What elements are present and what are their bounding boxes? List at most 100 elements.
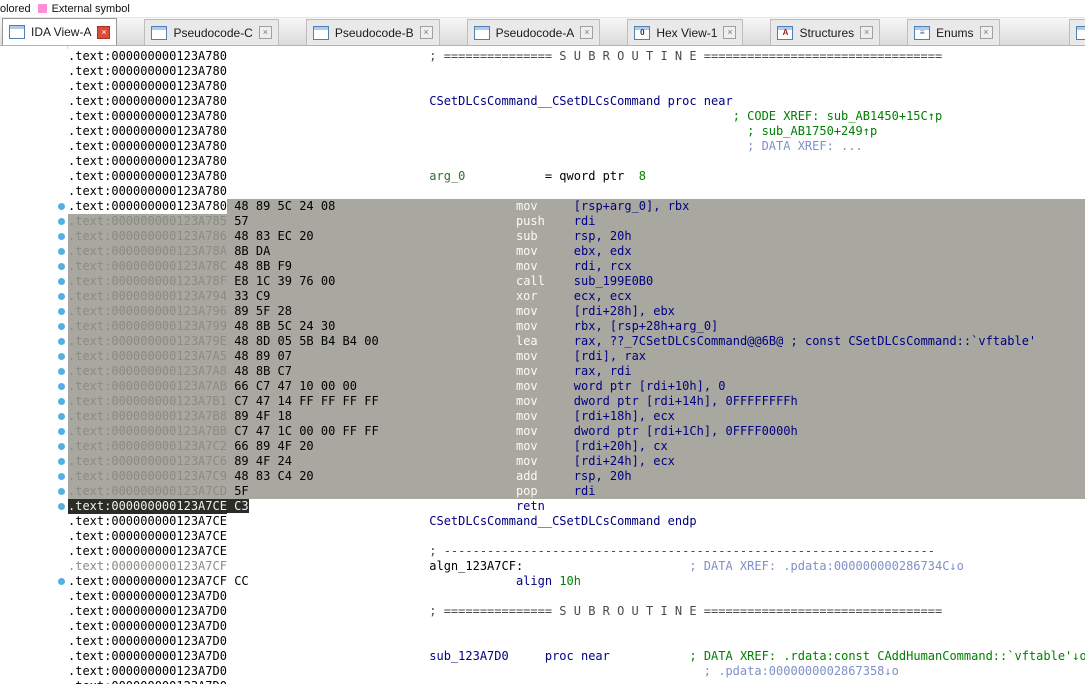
line-gutter (0, 499, 68, 514)
listing-line[interactable]: .text:000000000123A7CE (0, 529, 1085, 544)
listing-line[interactable]: .text:000000000123A7C6 89 4F 24 mov [rdi… (0, 454, 1085, 469)
address: .text:000000000123A7D0 (68, 589, 227, 603)
tab-pseudocode-c[interactable]: Pseudocode-C × (144, 19, 279, 45)
bytes: 66 89 4F 20 (234, 439, 314, 453)
listing-line[interactable]: .text:000000000123A7D0 sub_123A7D0 proc … (0, 649, 1085, 664)
mnemonic: mov (515, 454, 538, 468)
comment: ; CODE XREF: sub_AB1450+15C↑p (732, 109, 943, 123)
listing-line[interactable]: .text:000000000123A7A5 48 89 07 mov [rdi… (0, 349, 1085, 364)
tab-pseudocode-b[interactable]: Pseudocode-B × (305, 19, 440, 45)
listing-line[interactable]: .text:000000000123A785 57 push rdi (0, 214, 1085, 229)
tab-partial[interactable] (1069, 19, 1085, 45)
line-content: ; .pdata:0000000002867358↓o (227, 664, 1085, 679)
tab-hex-view-1[interactable]: 0 Hex View-1 × (627, 19, 744, 45)
tab-label: Hex View-1 (656, 25, 718, 40)
mnemonic: mov (515, 364, 538, 378)
listing-line[interactable]: .text:000000000123A7D0 (0, 619, 1085, 634)
mnemonic: xor (515, 289, 538, 303)
comment: ; DATA XREF: .rdata:const CAddHumanComma… (689, 649, 1085, 663)
xref-comment: ; DATA XREF: .pdata:000000000286734C↓o (689, 559, 964, 573)
line-gutter (0, 64, 68, 79)
listing-line[interactable]: .text:000000000123A7D0 (0, 634, 1085, 649)
listing-line[interactable]: .text:000000000123A7B1 C7 47 14 FF FF FF… (0, 394, 1085, 409)
comment: ; sub_AB1750+249↑p (747, 124, 878, 138)
listing-line[interactable]: .text:000000000123A7CD 5F pop rdi (0, 484, 1085, 499)
line-content: 48 83 C4 20 add rsp, 20h (226, 469, 1085, 484)
listing-line[interactable]: .text:000000000123A7CE ; ---------------… (0, 544, 1085, 559)
listing-line[interactable]: .text:000000000123A7CF CC align 10h (0, 574, 1085, 589)
listing-line[interactable]: .text:000000000123A780 (0, 184, 1085, 199)
tab-enums[interactable]: ≡ Enums × (907, 19, 1000, 45)
listing-line[interactable]: .text:000000000123A7D0 (0, 589, 1085, 604)
marker-dot (58, 278, 65, 285)
listing-line[interactable]: .text:000000000123A7D0 (0, 679, 1085, 684)
mnemonic: mov (515, 394, 538, 408)
listing-line[interactable]: .text:000000000123A79E 48 8D 05 5B B4 B4… (0, 334, 1085, 349)
line-content: 5F pop rdi (226, 484, 1085, 499)
line-content: ; =============== S U B R O U T I N E ==… (227, 604, 1085, 619)
close-tab-button[interactable]: × (979, 26, 993, 39)
listing-line[interactable]: .text:000000000123A799 48 8B 5C 24 30 mo… (0, 319, 1085, 334)
listing-line[interactable]: .text:000000000123A780 (0, 154, 1085, 169)
listing-line[interactable]: .text:000000000123A7BB C7 47 1C 00 00 FF… (0, 424, 1085, 439)
bytes: 48 8D 05 5B B4 B4 00 (234, 334, 379, 348)
line-content: C7 47 14 FF FF FF FF mov dword ptr [rdi+… (226, 394, 1085, 409)
listing-line[interactable]: .text:000000000123A78C 48 8B F9 mov rdi,… (0, 259, 1085, 274)
close-tab-button[interactable]: × (723, 26, 737, 39)
marker-dot (58, 263, 65, 270)
listing-line[interactable]: .text:000000000123A780 CSetDLCsCommand__… (0, 94, 1085, 109)
address: .text:000000000123A780 (68, 79, 227, 93)
disassembly-view[interactable]: .text:000000000123A780 ; ===============… (0, 46, 1085, 684)
listing-line[interactable]: .text:000000000123A780 ; ===============… (0, 49, 1085, 64)
code-text: CSetDLCsCommand__CSetDLCsCommand endp (429, 514, 697, 528)
close-tab-button[interactable]: × (97, 25, 111, 39)
close-tab-button[interactable]: × (419, 26, 433, 39)
listing-line[interactable]: .text:000000000123A786 48 83 EC 20 sub r… (0, 229, 1085, 244)
listing-line[interactable]: .text:000000000123A780 ; sub_AB1750+249↑… (0, 124, 1085, 139)
line-gutter (0, 94, 68, 109)
listing-line[interactable]: .text:000000000123A7A8 48 8B C7 mov rax,… (0, 364, 1085, 379)
marker-dot (58, 488, 65, 495)
xref-comment: ; .pdata:0000000002867358↓o (703, 664, 899, 678)
tab-structures[interactable]: A Structures × (770, 19, 881, 45)
close-tab-button[interactable]: × (860, 26, 874, 39)
close-tab-button[interactable]: × (258, 26, 272, 39)
address: .text:000000000123A7CE (68, 499, 227, 514)
tab-ida-view-a[interactable]: IDA View-A × (2, 18, 118, 45)
listing-line[interactable]: .text:000000000123A7B8 89 4F 18 mov [rdi… (0, 409, 1085, 424)
listing-line[interactable]: .text:000000000123A794 33 C9 xor ecx, ec… (0, 289, 1085, 304)
listing-line[interactable]: .text:000000000123A7C2 66 89 4F 20 mov [… (0, 439, 1085, 454)
listing-line[interactable]: .text:000000000123A7D0 ; .pdata:00000000… (0, 664, 1085, 679)
listing-line[interactable]: .text:000000000123A780 48 89 5C 24 08 mo… (0, 199, 1085, 214)
listing-line[interactable]: .text:000000000123A7CE CSetDLCsCommand__… (0, 514, 1085, 529)
listing-line[interactable]: .text:000000000123A7D0 ; ===============… (0, 604, 1085, 619)
listing-line[interactable]: .text:000000000123A780 arg_0 = qword ptr… (0, 169, 1085, 184)
listing-line[interactable]: .text:000000000123A7AB 66 C7 47 10 00 00… (0, 379, 1085, 394)
listing-line[interactable]: .text:000000000123A7CF algn_123A7CF: ; D… (0, 559, 1085, 574)
line-gutter (0, 454, 68, 469)
listing-line[interactable]: .text:000000000123A78F E8 1C 39 76 00 ca… (0, 274, 1085, 289)
listing-line[interactable]: .text:000000000123A780 (0, 64, 1085, 79)
listing-line[interactable]: .text:000000000123A780 ; CODE XREF: sub_… (0, 109, 1085, 124)
marker-dot (58, 398, 65, 405)
listing-line[interactable]: .text:000000000123A7CE C3 retn (0, 499, 1085, 514)
tab-label: Pseudocode-C (173, 25, 253, 40)
close-tab-button[interactable]: × (580, 26, 594, 39)
address: .text:000000000123A7D0 (68, 634, 227, 648)
marker-dot (58, 338, 65, 345)
listing-line[interactable]: .text:000000000123A780 (0, 79, 1085, 94)
pseudocode-icon (312, 25, 329, 40)
listing-line[interactable]: .text:000000000123A78A 8B DA mov ebx, ed… (0, 244, 1085, 259)
tab-pseudocode-a[interactable]: Pseudocode-A × (466, 19, 601, 45)
listing-line[interactable]: .text:000000000123A780 ; DATA XREF: ... (0, 139, 1085, 154)
mnemonic: mov (515, 409, 538, 423)
listing-line[interactable]: .text:000000000123A7C9 48 83 C4 20 add r… (0, 469, 1085, 484)
listing-line[interactable]: .text:000000000123A796 89 5F 28 mov [rdi… (0, 304, 1085, 319)
